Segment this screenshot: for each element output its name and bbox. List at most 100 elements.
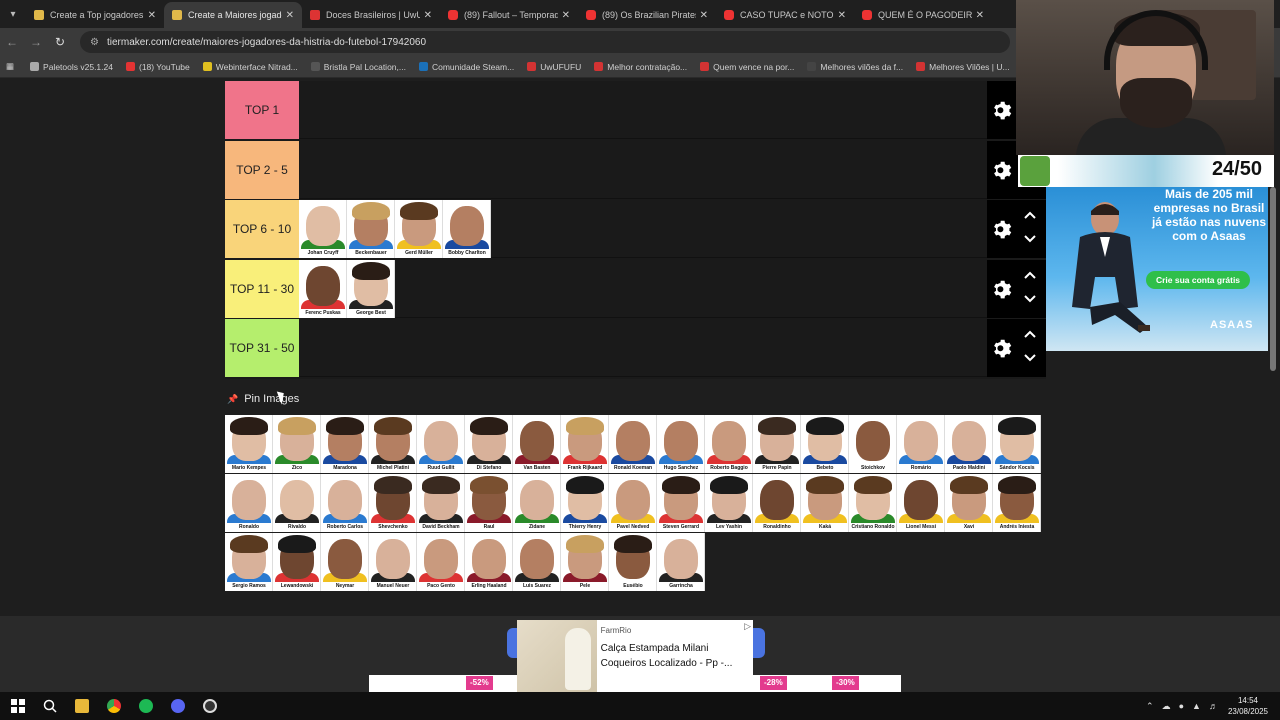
browser-tab-3[interactable]: (89) Fallout – Temporada ✕ (440, 2, 578, 28)
player-card[interactable]: Michel Platini (369, 415, 417, 473)
bookmark-item[interactable]: Webinterface Nitrad... (202, 62, 298, 72)
player-card[interactable]: Neymar (321, 533, 369, 591)
player-card[interactable]: Maradona (321, 415, 369, 473)
close-icon[interactable]: ✕ (562, 10, 570, 21)
back-icon[interactable]: ← (0, 35, 24, 49)
player-card[interactable]: Sándor Kocsis (993, 415, 1041, 473)
spotify-icon[interactable] (130, 692, 162, 720)
tier-label[interactable]: TOP 6 - 10 (225, 200, 299, 258)
chevron-down-icon[interactable] (1023, 234, 1037, 244)
product-ad-card[interactable]: FarmRio Calça Estampada Milani Coqueiros… (517, 620, 753, 692)
player-card[interactable]: Manuel Neuer (369, 533, 417, 591)
asaas-ad[interactable]: Mais de 205 mil empresas no Brasil já es… (1046, 187, 1268, 351)
close-icon[interactable]: ✕ (424, 10, 432, 21)
bookmark-item[interactable]: Melhores vilões da f... (807, 62, 903, 72)
clock[interactable]: 14:54 23/08/2025 (1228, 695, 1268, 717)
player-card[interactable]: Kaká (801, 474, 849, 532)
chevron-up-icon[interactable] (1023, 329, 1037, 339)
player-card[interactable]: Lev Yashin (705, 474, 753, 532)
tier-items[interactable]: Johan Cruyff Beckenbauer Gerd Müller Bobby … (299, 200, 491, 258)
player-card[interactable]: Ruud Gullit (417, 415, 465, 473)
tier-row[interactable]: TOP 2 - 5 (225, 140, 1046, 199)
bookmark-item[interactable]: UwUFUFU (527, 62, 581, 72)
player-card[interactable]: Ronaldo (225, 474, 273, 532)
pin-images-toggle[interactable]: 📌 Pin Images (227, 393, 299, 405)
browser-tab-6[interactable]: QUEM É O PAGODEIRO? ✕ (854, 2, 992, 28)
player-card[interactable]: Johan Cruyff (299, 200, 347, 258)
bookmark-item[interactable]: Paletools v25.1.24 (30, 62, 113, 72)
player-card[interactable]: Roberto Baggio (705, 415, 753, 473)
player-card[interactable]: Eusébio (609, 533, 657, 591)
address-bar[interactable]: ⚙ tiermaker.com/create/maiores-jogadores… (80, 31, 1010, 53)
tier-label[interactable]: TOP 11 - 30 (225, 259, 299, 318)
player-card[interactable]: Zico (273, 415, 321, 473)
player-card[interactable]: Raul (465, 474, 513, 532)
gear-icon[interactable] (989, 98, 1013, 122)
player-card[interactable]: Ferenc Puskas (299, 259, 347, 318)
tier-row[interactable]: TOP 6 - 10 Johan Cruyff Beckenbauer Gerd Mü… (225, 200, 1046, 258)
chevron-up-icon[interactable]: ⌃ (1146, 701, 1154, 712)
browser-tab-1[interactable]: Create a Maiores jogadores ✕ (164, 2, 302, 28)
close-icon[interactable]: ✕ (286, 10, 294, 21)
player-card[interactable]: Mario Kempes (225, 415, 273, 473)
tab-search-icon[interactable]: ▾ (0, 0, 26, 28)
bookmark-item[interactable]: (18) YouTube (125, 62, 190, 72)
player-card[interactable]: Sergio Ramos (225, 533, 273, 591)
player-card[interactable]: Hugo Sanchez (657, 415, 705, 473)
browser-tab-0[interactable]: Create a Top jogadores de ✕ (26, 2, 164, 28)
player-card[interactable]: Lewandowski (273, 533, 321, 591)
player-card[interactable]: Pele (561, 533, 609, 591)
player-card[interactable]: Ronald Koeman (609, 415, 657, 473)
player-card[interactable]: Thierry Henry (561, 474, 609, 532)
player-card[interactable]: Shevchenko (369, 474, 417, 532)
adchoices-icon[interactable]: ▷ (744, 621, 751, 632)
bookmark-item[interactable]: Comunidade Steam... (418, 62, 514, 72)
chevron-down-icon[interactable] (1023, 353, 1037, 363)
reload-icon[interactable]: ↻ (48, 35, 72, 49)
player-card[interactable]: Paolo Maldini (945, 415, 993, 473)
steam-icon[interactable]: ● (1179, 701, 1184, 711)
tier-label[interactable]: TOP 31 - 50 (225, 319, 299, 377)
player-card[interactable]: Ronaldinho (753, 474, 801, 532)
chrome-icon[interactable] (98, 692, 130, 720)
player-card[interactable]: George Best (347, 259, 395, 318)
obs-icon[interactable] (194, 692, 226, 720)
player-card[interactable]: Andrés Iniesta (993, 474, 1041, 532)
browser-tab-2[interactable]: Doces Brasileiros | UwUFU ✕ (302, 2, 440, 28)
player-card[interactable]: Rivaldo (273, 474, 321, 532)
player-card[interactable]: Frank Rijkaard (561, 415, 609, 473)
player-card[interactable]: Luis Suarez (513, 533, 561, 591)
close-icon[interactable]: ✕ (148, 10, 156, 21)
gear-icon[interactable] (989, 277, 1013, 301)
search-icon[interactable] (34, 692, 66, 720)
chevron-down-icon[interactable] (1023, 294, 1037, 304)
tier-row[interactable]: TOP 11 - 30 Ferenc Puskas George Best (225, 259, 1046, 318)
file-explorer-icon[interactable] (66, 692, 98, 720)
chevron-up-icon[interactable] (1023, 270, 1037, 280)
discord-icon[interactable] (162, 692, 194, 720)
player-card[interactable]: Beckenbauer (347, 200, 395, 258)
player-card[interactable]: Pavel Nedved (609, 474, 657, 532)
bookmark-item[interactable]: Melhores Vilões | U... (916, 62, 1010, 72)
close-icon[interactable]: ✕ (700, 10, 708, 21)
tier-items[interactable]: Ferenc Puskas George Best (299, 259, 395, 318)
browser-tab-4[interactable]: (89) Os Brazilian Pirates V ✕ (578, 2, 716, 28)
player-card[interactable]: Van Basten (513, 415, 561, 473)
player-card[interactable]: Roberto Carlos (321, 474, 369, 532)
tier-row[interactable]: TOP 31 - 50 (225, 319, 1046, 377)
player-card[interactable]: Lionel Messi (897, 474, 945, 532)
player-card[interactable]: Di Stefano (465, 415, 513, 473)
player-card[interactable]: David Beckham (417, 474, 465, 532)
start-icon[interactable] (2, 692, 34, 720)
cloud-icon[interactable]: ☁ (1162, 701, 1171, 712)
player-card[interactable]: Romário (897, 415, 945, 473)
network-icon[interactable]: ▲ (1192, 701, 1201, 711)
player-card[interactable]: Cristiano Ronaldo (849, 474, 897, 532)
gear-icon[interactable] (989, 217, 1013, 241)
player-card[interactable]: Zidane (513, 474, 561, 532)
close-icon[interactable]: ✕ (838, 10, 846, 21)
forward-icon[interactable]: → (24, 35, 48, 49)
close-icon[interactable]: ✕ (976, 10, 984, 21)
player-card[interactable]: Paco Gento (417, 533, 465, 591)
player-card[interactable]: Pierre Papin (753, 415, 801, 473)
